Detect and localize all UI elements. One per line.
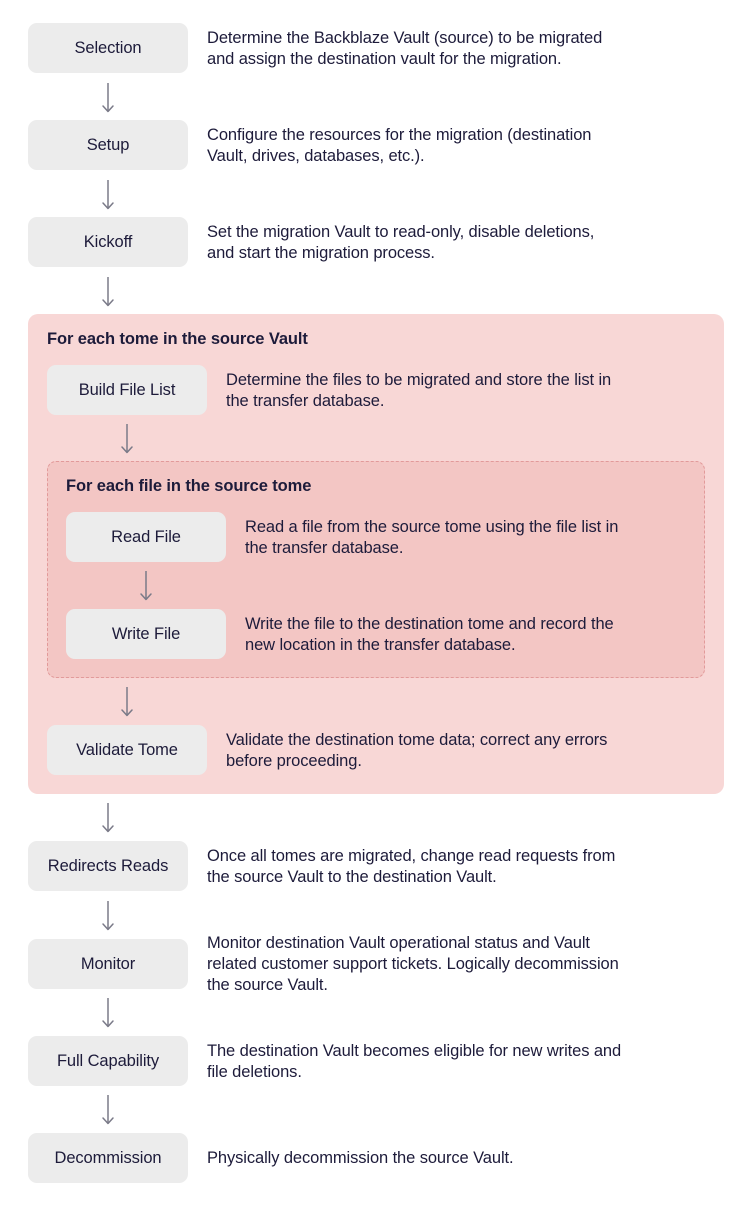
step-description-write-file: Write the file to the destination tome a… — [245, 615, 614, 654]
step-description-decommission: Physically decommission the source Vault… — [207, 1149, 514, 1167]
step-redirect-reads: Redirects Reads — [28, 841, 188, 891]
step-description-setup: Configure the resources for the migratio… — [207, 126, 592, 165]
step-label: Kickoff — [83, 232, 133, 251]
step-label: Build File List — [78, 380, 176, 399]
step-write-file: Write File — [66, 609, 226, 659]
step-description-redirect-reads: Once all tomes are migrated, change read… — [207, 847, 616, 886]
step-description-full-capability: The destination Vault becomes eligible f… — [207, 1042, 622, 1081]
step-description-build-file-list: Determine the files to be migrated and s… — [226, 371, 612, 410]
down-arrow-icon — [100, 276, 116, 308]
down-arrow-icon — [119, 686, 135, 718]
step-description-validate-tome: Validate the destination tome data; corr… — [226, 731, 608, 770]
file-loop-title: For each file in the source tome — [66, 477, 312, 495]
tome-loop-title: For each tome in the source Vault — [47, 330, 308, 348]
step-label: Setup — [86, 135, 130, 154]
step-description-monitor: Monitor destination Vault operational st… — [207, 934, 619, 994]
step-selection: Selection — [28, 23, 188, 73]
down-arrow-icon — [119, 423, 135, 455]
step-label: Validate Tome — [76, 740, 178, 759]
step-label: Write File — [111, 624, 181, 643]
down-arrow-icon — [138, 570, 154, 602]
step-setup: Setup — [28, 120, 188, 170]
step-kickoff: Kickoff — [28, 217, 188, 267]
step-description-kickoff: Set the migration Vault to read-only, di… — [207, 223, 595, 262]
down-arrow-icon — [100, 82, 116, 114]
step-description-selection: Determine the Backblaze Vault (source) t… — [207, 29, 603, 68]
down-arrow-icon — [100, 1094, 116, 1126]
down-arrow-icon — [100, 900, 116, 932]
step-label: Selection — [74, 38, 142, 57]
step-monitor: Monitor — [28, 939, 188, 989]
step-label: Decommission — [54, 1148, 162, 1167]
down-arrow-icon — [100, 802, 116, 834]
step-read-file: Read File — [66, 512, 226, 562]
down-arrow-icon — [100, 997, 116, 1029]
step-label: Read File — [111, 527, 181, 546]
step-label: Redirects Reads — [47, 856, 169, 875]
step-description-read-file: Read a file from the source tome using t… — [245, 518, 619, 557]
step-decommission: Decommission — [28, 1133, 188, 1183]
step-label: Full Capability — [56, 1051, 160, 1070]
down-arrow-icon — [100, 179, 116, 211]
step-build-file-list: Build File List — [47, 365, 207, 415]
step-label: Monitor — [80, 954, 136, 973]
step-validate-tome: Validate Tome — [47, 725, 207, 775]
step-full-capability: Full Capability — [28, 1036, 188, 1086]
